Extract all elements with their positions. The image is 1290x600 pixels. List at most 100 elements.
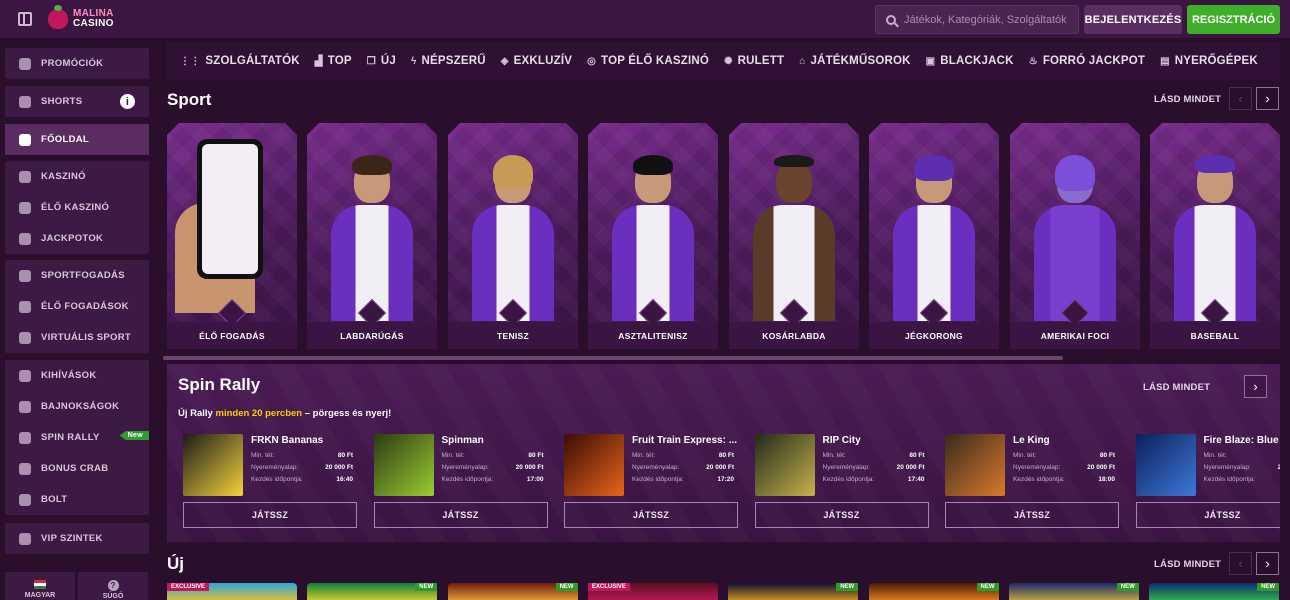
flame-icon: ♨ [1028, 55, 1038, 67]
play-button[interactable]: JÁTSSZ [183, 502, 357, 528]
category-roulette[interactable]: ✺ RULETT [724, 55, 784, 67]
help-button[interactable]: ? SÚGÓ [78, 572, 148, 600]
sidebar-item-label: SPIN RALLY [41, 432, 100, 443]
athlete-illustration [468, 151, 558, 321]
search-icon [886, 14, 896, 25]
sport-card-table-tennis[interactable]: ASZTALITENISZ [588, 123, 718, 349]
sport-scrollbar[interactable] [163, 356, 1063, 360]
sport-section-title: Sport [167, 90, 212, 109]
sidebar-item-virtual-sport[interactable]: VIRTUÁLIS SPORT [5, 322, 149, 353]
sport-card-american-football[interactable]: AMERIKAI FOCI [1010, 123, 1140, 349]
game-thumbnail[interactable] [945, 434, 1005, 496]
rally-card[interactable]: RIP City Min. tét: 80 Ft Nyereményalap: 20 0… [751, 430, 929, 530]
rally-card[interactable]: Spinman Min. tét: 80 Ft Nyereményalap: 20 00… [370, 430, 548, 530]
sport-card-tennis[interactable]: TENISZ [448, 123, 578, 349]
language-button[interactable]: MAGYAR [5, 572, 75, 600]
start-label: Kezdés időpontja: [632, 476, 684, 483]
start-label: Kezdés időpontja: [1013, 476, 1065, 483]
sidebar-item-live-casino[interactable]: ÉLŐ KASZINÓ [5, 192, 149, 223]
sidebar-item-tournaments[interactable]: BAJNOKSÁGOK [5, 391, 149, 422]
login-button[interactable]: BEJELENTKEZÉS [1084, 5, 1182, 34]
category-game-shows[interactable]: ⌂ JÁTÉKMŰSOROK [799, 55, 910, 67]
game-thumbnail[interactable] [564, 434, 624, 496]
sidebar-item-vip[interactable]: VIP SZINTEK [5, 523, 149, 554]
rally-card[interactable]: Le King Min. tét: 80 Ft Nyereményalap: 20 00… [941, 430, 1119, 530]
shorts-icon [19, 95, 31, 108]
sidebar-item-casino[interactable]: KASZINÓ [5, 161, 149, 192]
start-label: Kezdés időpontja: [251, 476, 303, 483]
category-new[interactable]: ❐ ÚJ [367, 55, 396, 67]
rally-card[interactable]: Fire Blaze: Blue WMin. tét:80 FtNyeremén… [1132, 430, 1280, 530]
sport-card-baseball[interactable]: BASEBALL [1150, 123, 1280, 349]
game-thumbnail[interactable] [754, 434, 815, 496]
min-bet-value: 80 Ft [1099, 452, 1115, 459]
play-button[interactable]: JÁTSSZ [564, 502, 738, 528]
new-game-card[interactable]: NEW [1149, 583, 1280, 600]
new-next-arrow-icon[interactable]: › [1256, 552, 1279, 575]
min-bet-label: Min. tét: [441, 452, 465, 459]
new-game-card[interactable]: NEW [307, 583, 438, 600]
category-providers[interactable]: ⋮⋮ SZOLGÁLTATÓK [180, 55, 300, 67]
new-game-card[interactable]: NEW [447, 583, 578, 600]
sport-prev-arrow-icon[interactable]: ‹ [1229, 87, 1252, 110]
spin-rally-see-all-link[interactable]: LÁSD MINDET [1143, 382, 1210, 393]
sidebar-item-home[interactable]: FŐOLDAL [5, 124, 149, 155]
sidebar-item-jackpots[interactable]: JACKPOTOK [5, 223, 149, 254]
new-badge: NEW [976, 583, 999, 591]
search-box[interactable] [875, 5, 1079, 34]
new-game-card[interactable]: EXCLUSIVE [167, 583, 297, 600]
new-game-card[interactable]: NEW [868, 583, 999, 600]
category-slots[interactable]: ▤ NYERŐGÉPEK [1160, 55, 1258, 67]
new-game-card[interactable]: EXCLUSIVE [587, 583, 718, 600]
sidebar-toggle-icon[interactable] [18, 12, 32, 26]
new-see-all-link[interactable]: LÁSD MINDET [1154, 559, 1221, 570]
game-thumbnail[interactable] [373, 434, 434, 496]
play-button[interactable]: JÁTSSZ [373, 502, 548, 528]
sidebar-item-live-bets[interactable]: ÉLŐ FOGADÁSOK [5, 291, 149, 322]
category-hot-jackpot[interactable]: ♨ FORRÓ JACKPOT [1029, 55, 1145, 67]
min-bet-value: 80 Ft [718, 452, 734, 459]
register-button[interactable]: REGISZTRÁCIÓ [1187, 5, 1280, 34]
sport-card-football[interactable]: LABDARÚGÁS [307, 123, 437, 349]
new-prev-arrow-icon[interactable]: ‹ [1229, 552, 1252, 575]
game-thumbnail[interactable] [183, 434, 243, 496]
category-top-live-casino[interactable]: ◎ TOP ÉLŐ KASZINÓ [587, 55, 709, 67]
info-icon[interactable]: i [120, 94, 135, 109]
spin-icon [19, 431, 31, 444]
game-thumbnail[interactable] [1135, 434, 1196, 496]
sidebar-item-promotions[interactable]: PROMÓCIÓK [5, 48, 149, 79]
category-popular[interactable]: ϟ NÉPSZERŰ [411, 55, 486, 67]
sport-card-label: AMERIKAI FOCI [1010, 322, 1140, 349]
sidebar-item-shorts[interactable]: SHORTS i [5, 86, 149, 117]
athlete-hair [352, 155, 392, 175]
category-label: TOP ÉLŐ KASZINÓ [601, 55, 710, 67]
rally-card[interactable]: FRKN Bananas Min. tét: 80 Ft Nyereményalap:… [179, 430, 357, 530]
rally-card[interactable]: Fruit Train Express: ... Min. tét: 80 Ft Ny… [560, 430, 738, 530]
sidebar-item-shop[interactable]: BOLT [5, 484, 149, 515]
spin-rally-next-arrow-icon[interactable]: › [1244, 375, 1267, 398]
sport-card-ice-hockey[interactable]: JÉGKORONG [869, 123, 999, 349]
sport-see-all-link[interactable]: LÁSD MINDET [1154, 94, 1221, 105]
new-section-title: Új [167, 554, 184, 573]
sidebar-item-label: FŐOLDAL [41, 134, 90, 145]
play-button[interactable]: JÁTSSZ [754, 502, 929, 528]
search-input[interactable] [904, 13, 1074, 26]
slot-machine-icon: ▤ [1160, 55, 1170, 67]
play-button[interactable]: JÁTSSZ [1135, 502, 1280, 528]
sidebar-item-label: PROMÓCIÓK [41, 58, 104, 69]
logo[interactable]: MALINA CASINO [48, 5, 114, 29]
sidebar-item-bonus-crab[interactable]: BONUS CRAB [5, 453, 149, 484]
category-label: NÉPSZERŰ [421, 55, 486, 67]
category-blackjack[interactable]: ▣ BLACKJACK [926, 55, 1014, 67]
new-game-card[interactable]: NEW [1008, 583, 1139, 600]
new-game-card[interactable]: NEW [728, 583, 859, 600]
category-exclusive[interactable]: ◈ EXKLUZÍV [501, 55, 572, 67]
sport-next-arrow-icon[interactable]: › [1256, 87, 1279, 110]
play-button[interactable]: JÁTSSZ [945, 502, 1119, 528]
sidebar-item-spin-rally[interactable]: SPIN RALLY New [5, 422, 149, 453]
category-top[interactable]: ▟ TOP [315, 55, 352, 67]
sport-card-basketball[interactable]: KOSÁRLABDA [729, 123, 859, 349]
sidebar-item-sportsbetting[interactable]: SPORTFOGADÁS [5, 260, 149, 291]
sidebar-item-challenges[interactable]: KIHÍVÁSOK [5, 360, 149, 391]
sport-card-live-betting[interactable]: ÉLŐ FOGADÁS [167, 123, 297, 349]
